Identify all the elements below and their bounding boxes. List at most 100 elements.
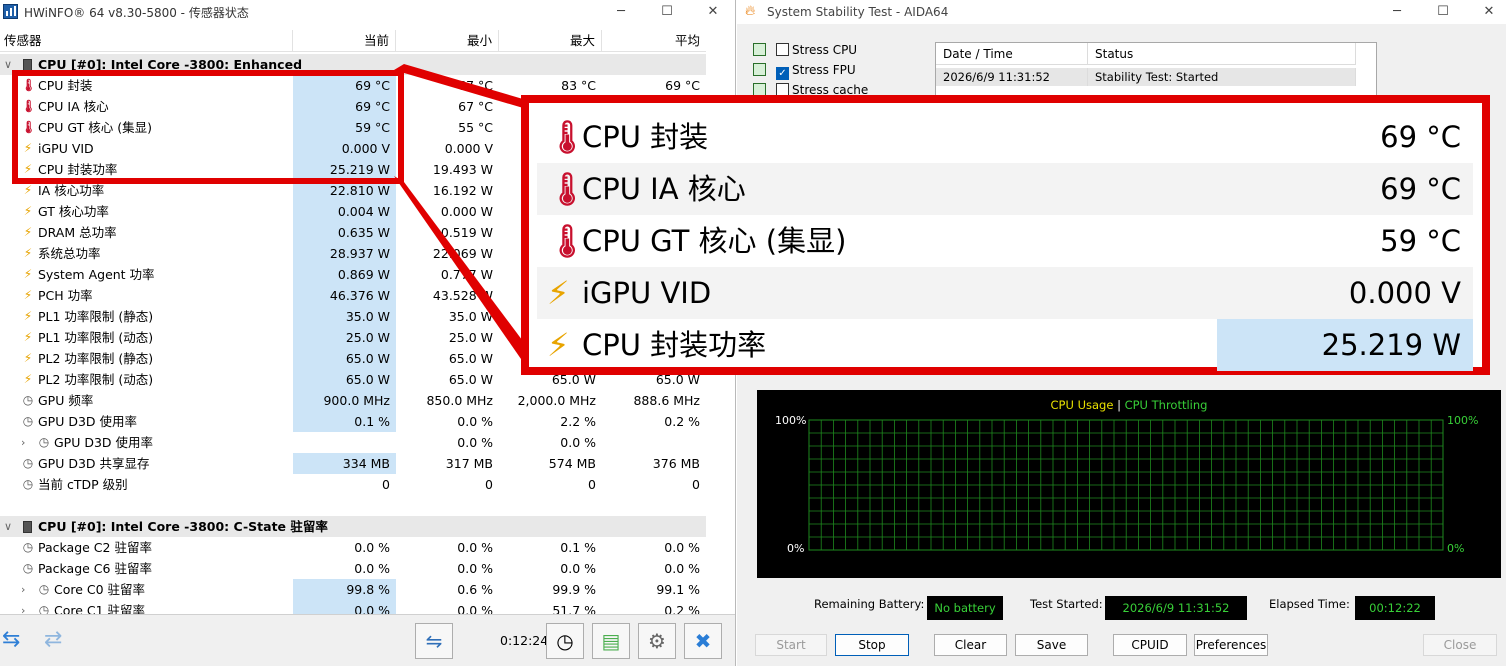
sensor-row[interactable]: › ◷ Core C0 驻留率 99.8 % 0.6 % 99.9 % 99.1 % [0, 579, 706, 600]
network-icon[interactable]: ⇋ [415, 623, 453, 659]
zoom-label: CPU 封装 [582, 120, 709, 154]
value-current: 334 MB [293, 453, 396, 474]
collapse-chevron-icon[interactable]: ∨ [4, 54, 12, 75]
zoom-label: CPU 封装功率 [582, 328, 767, 362]
preferences-button[interactable]: Preferences [1194, 634, 1268, 656]
sensor-label: Core C0 驻留率 [54, 582, 146, 597]
stress-fpu-checkbox[interactable]: ✓ [776, 67, 789, 80]
value-min: 35.0 W [448, 309, 493, 324]
sensor-row[interactable]: › ◷ GPU D3D 使用率 0.0 % 0.0 % [0, 432, 706, 453]
value-max: 0.0 % [560, 435, 596, 450]
clock-icon: ◷ [22, 393, 34, 407]
value-min: 0.777 W [440, 267, 493, 282]
sensor-row[interactable]: ◷ GPU 频率 900.0 MHz 850.0 MHz 2,000.0 MHz 888.… [0, 390, 706, 411]
close-button[interactable]: Close [1423, 634, 1497, 656]
sensor-label: 当前 cTDP 级别 [38, 477, 128, 492]
log-row-datetime: 2026/6/9 11:31:52 [936, 68, 1088, 86]
sensor-row[interactable]: ◷ Package C6 驻留率 0.0 % 0.0 % 0.0 % 0.0 % [0, 558, 706, 579]
start-button[interactable]: Start [755, 634, 827, 656]
arrows-collapse-icon[interactable]: ⇄ [44, 627, 62, 653]
sensor-label: PL2 功率限制 (静态) [38, 351, 154, 366]
stress-fpu-option[interactable]: ✓ Stress FPU [753, 63, 856, 80]
zoom-row: ⚡︎ CPU 封装功率 25.219 W [537, 319, 1473, 371]
expand-chevron-icon[interactable]: › [21, 432, 25, 453]
column-min[interactable]: 最小 [396, 30, 499, 52]
collapse-chevron-icon[interactable]: ∨ [4, 516, 12, 537]
battery-label: Remaining Battery: [814, 597, 925, 611]
value-max: 51.7 % [552, 603, 596, 614]
sensor-row[interactable]: › ◷ Core C1 驻留率 0.0 % 0.0 % 51.7 % 0.2 % [0, 600, 706, 614]
zoom-row: 🌡︎ CPU GT 核心 (集显) 59 °C [537, 215, 1473, 267]
value-current: 28.937 W [293, 243, 396, 264]
lightning-icon: ⚡︎ [23, 267, 33, 281]
cpuid-button[interactable]: CPUID [1113, 634, 1187, 656]
hwinfo-app-icon [3, 4, 18, 19]
minimize-icon[interactable]: ─ [1374, 0, 1420, 24]
lightning-icon: ⚡︎ [23, 309, 33, 323]
expand-chevron-icon[interactable]: › [21, 600, 25, 614]
hwinfo-titlebar[interactable]: HWiNFO® 64 v8.30-5800 - 传感器状态 ─ ☐ ✕ [0, 0, 735, 24]
value-current: 0.635 W [293, 222, 396, 243]
value-current: 900.0 MHz [293, 390, 396, 411]
value-avg: 69 °C [665, 78, 700, 93]
value-max: 99.9 % [552, 582, 596, 597]
column-current[interactable]: 当前 [293, 30, 396, 52]
log-row-status: Stability Test: Started [1088, 68, 1356, 86]
maximize-icon[interactable]: ☐ [644, 0, 690, 24]
log-header-datetime[interactable]: Date / Time [936, 43, 1088, 65]
arrows-left-right-icon[interactable]: ⇆ [2, 627, 20, 653]
close-icon[interactable]: ✕ [690, 0, 735, 24]
maximize-icon[interactable]: ☐ [1420, 0, 1466, 24]
sensor-label: PCH 功率 [38, 288, 93, 303]
minimize-icon[interactable]: ─ [598, 0, 644, 24]
clear-button[interactable]: Clear [934, 634, 1007, 656]
lightning-icon: ⚡︎ [23, 183, 33, 197]
value-min: 0.0 % [457, 561, 493, 576]
value-min: 0.519 W [440, 225, 493, 240]
sensor-group-cstate[interactable]: ∨ CPU [#0]: Intel Core -3800: C-State 驻留率 [0, 516, 706, 537]
column-avg[interactable]: 平均 [602, 30, 706, 52]
sensor-label: GPU D3D 使用率 [54, 435, 154, 450]
save-button[interactable]: Save [1015, 634, 1088, 656]
log-header-status[interactable]: Status [1088, 43, 1356, 65]
sensor-row[interactable]: ◷ GPU D3D 使用率 0.1 % 0.0 % 2.2 % 0.2 % [0, 411, 706, 432]
add-report-icon[interactable]: ▤ [592, 623, 630, 659]
test-started-label: Test Started: [1030, 597, 1103, 611]
lightning-icon: ⚡︎ [23, 351, 33, 365]
clock-icon[interactable]: ◷ [546, 623, 584, 659]
stress-cpu-checkbox[interactable] [776, 43, 789, 56]
close-x-icon[interactable]: ✖ [684, 623, 722, 659]
clock-icon: ◷ [38, 582, 50, 596]
zoom-value: 69 °C [1380, 120, 1461, 154]
zoom-value: 25.219 W [1217, 319, 1473, 371]
sensor-label: 系统总功率 [38, 246, 101, 261]
column-max[interactable]: 最大 [499, 30, 602, 52]
value-current: 25.0 W [293, 327, 396, 348]
value-avg: 0.2 % [664, 603, 700, 614]
group-label: CPU [#0]: Intel Core -3800: C-State 驻留率 [38, 519, 328, 534]
gear-icon[interactable]: ⚙ [638, 623, 676, 659]
lightning-icon: ⚡︎ [23, 288, 33, 302]
column-sensor[interactable]: 传感器 [0, 30, 293, 52]
value-max: 83 °C [561, 78, 596, 93]
close-icon[interactable]: ✕ [1466, 0, 1506, 24]
value-current [293, 432, 396, 453]
stress-fpu-label: Stress FPU [792, 63, 856, 77]
stress-cpu-option[interactable]: Stress CPU [753, 43, 857, 57]
value-avg: 376 MB [652, 456, 700, 471]
stop-button[interactable]: Stop [835, 634, 909, 656]
value-current: 35.0 W [293, 306, 396, 327]
value-min: 43.528 W [432, 288, 493, 303]
expand-chevron-icon[interactable]: › [21, 579, 25, 600]
sensor-label: GPU 频率 [38, 393, 94, 408]
aida-titlebar[interactable]: 🔥︎ System Stability Test - AIDA64 ─ ☐ ✕ [737, 0, 1506, 24]
value-min: 16.192 W [432, 183, 493, 198]
status-log[interactable]: Date / Time Status 2026/6/9 11:31:52 Sta… [935, 42, 1377, 102]
sensor-row[interactable]: ◷ Package C2 驻留率 0.0 % 0.0 % 0.1 % 0.0 % [0, 537, 706, 558]
zoom-row: 🌡︎ CPU 封装 69 °C [537, 111, 1473, 163]
sensor-row[interactable]: ◷ 当前 cTDP 级别 0 0 0 0 [0, 474, 706, 495]
value-avg: 888.6 MHz [633, 393, 700, 408]
sensor-row[interactable]: ◷ GPU D3D 共享显存 334 MB 317 MB 574 MB 376 MB [0, 453, 706, 474]
value-avg: 0.2 % [664, 414, 700, 429]
test-started-value: 2026/6/9 11:31:52 [1105, 596, 1247, 620]
